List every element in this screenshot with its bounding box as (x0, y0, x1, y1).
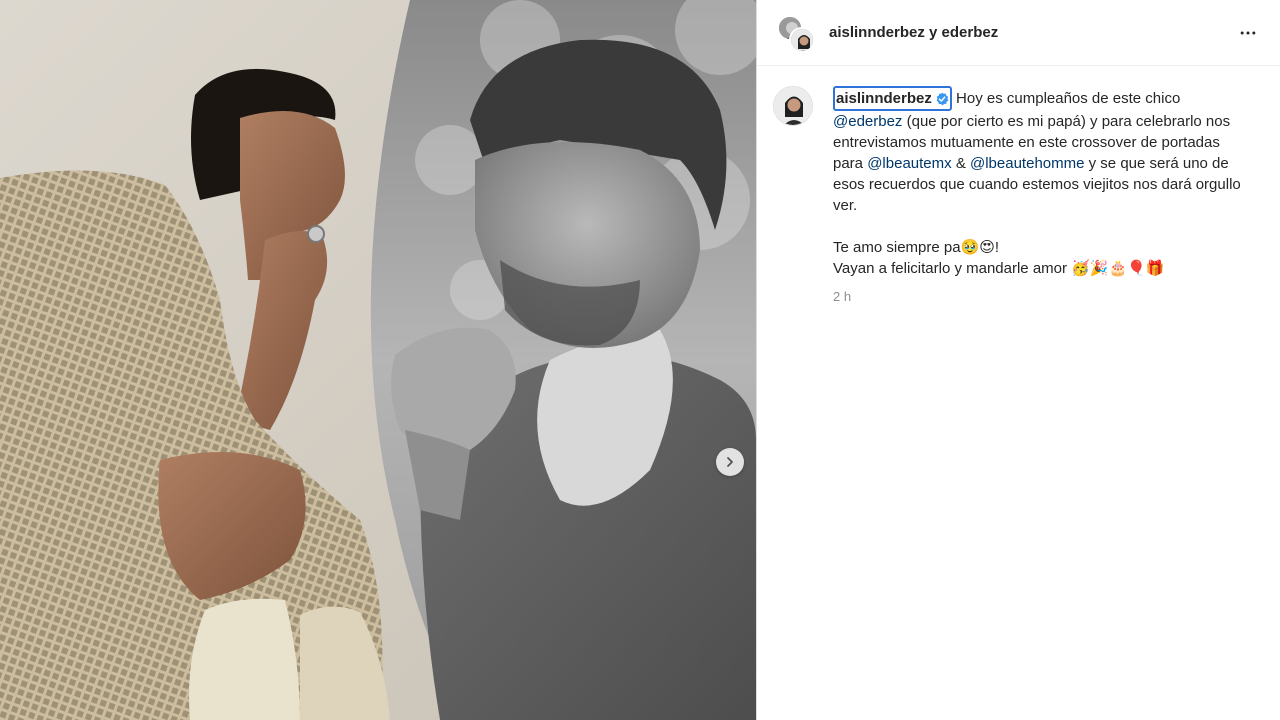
avatar-aislinnderbez[interactable] (789, 26, 815, 53)
mention-lbeautemx[interactable]: @lbeautemx (867, 155, 951, 172)
owner-username[interactable]: aislinnderbez (829, 24, 925, 41)
collab-avatars[interactable] (775, 13, 815, 53)
post-photo (0, 0, 756, 720)
caption-username-text[interactable]: aislinnderbez (836, 88, 932, 109)
more-options-button[interactable] (1236, 21, 1260, 45)
collaborator-username[interactable]: ederbez (942, 24, 999, 41)
caption-avatar[interactable] (773, 86, 813, 126)
next-media-button[interactable] (716, 448, 744, 476)
more-horizontal-icon (1240, 31, 1256, 34)
post-authors: aislinnderbez y ederbez (829, 24, 1236, 41)
post-timestamp[interactable]: 2 h (833, 286, 1243, 307)
chevron-right-icon (727, 457, 733, 467)
post-image[interactable] (0, 0, 756, 720)
caption-text-1: Hoy es cumpleaños de este chico (956, 90, 1181, 107)
caption-line-2: Te amo siempre pa🥹😍! (833, 239, 1000, 256)
verified-badge-icon (936, 92, 949, 105)
caption-text-3: & (955, 155, 966, 172)
mention-ederbez[interactable]: @ederbez (833, 113, 902, 130)
mention-lbeautehomme[interactable]: @lbeautehomme (970, 155, 1084, 172)
caption-username[interactable]: aislinnderbez (833, 86, 952, 111)
post-side-panel: aislinnderbez y ederbez aislinnderbez Ho… (756, 0, 1280, 720)
caption-paragraph: aislinnderbez Hoy es cumpleaños de este … (833, 86, 1243, 216)
authors-conjunction: y (929, 24, 938, 41)
caption-text: aislinnderbez Hoy es cumpleaños de este … (833, 86, 1243, 307)
post-caption: aislinnderbez Hoy es cumpleaños de este … (757, 66, 1280, 307)
post-header: aislinnderbez y ederbez (757, 0, 1280, 66)
caption-line-3: Vayan a felicitarlo y mandarle amor 🥳🎉🎂🎈… (833, 260, 1165, 277)
